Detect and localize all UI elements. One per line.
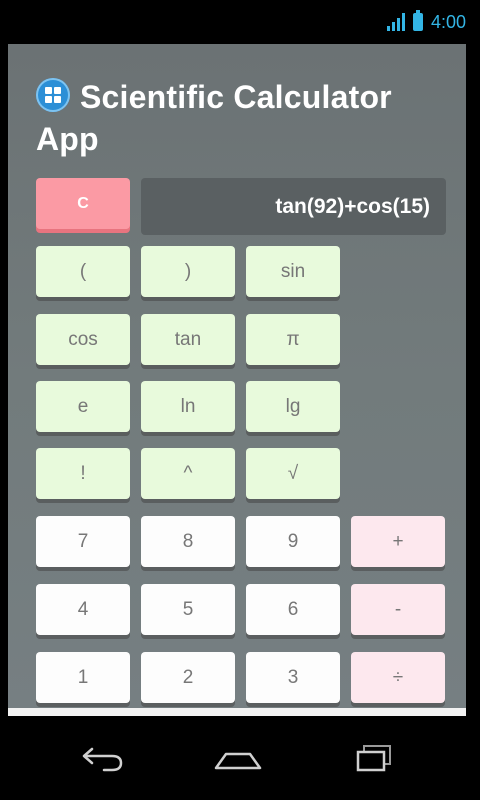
pi-button[interactable]: π bbox=[246, 314, 340, 365]
digit-6-button[interactable]: 6 bbox=[246, 584, 340, 635]
cos-button[interactable]: cos bbox=[36, 314, 130, 365]
grid-app-icon bbox=[36, 78, 70, 112]
digit-8-button[interactable]: 8 bbox=[141, 516, 235, 567]
close-paren-button[interactable]: ) bbox=[141, 246, 235, 297]
sin-button[interactable]: sin bbox=[246, 246, 340, 297]
recent-apps-icon[interactable] bbox=[344, 732, 404, 780]
digit-9-button[interactable]: 9 bbox=[246, 516, 340, 567]
page-title: Scientific Calculator App bbox=[36, 79, 392, 157]
digit-1-button[interactable]: 1 bbox=[36, 652, 130, 703]
factorial-button[interactable]: ! bbox=[36, 448, 130, 499]
divide-button[interactable]: ÷ bbox=[351, 652, 445, 703]
minus-button[interactable]: - bbox=[351, 584, 445, 635]
app-bottom-edge bbox=[8, 708, 466, 716]
digit-5-button[interactable]: 5 bbox=[141, 584, 235, 635]
status-clock: 4:00 bbox=[430, 12, 466, 32]
sqrt-button[interactable]: √ bbox=[246, 448, 340, 499]
power-button[interactable]: ^ bbox=[141, 448, 235, 499]
digit-4-button[interactable]: 4 bbox=[36, 584, 130, 635]
clear-button[interactable]: C bbox=[36, 178, 130, 229]
plus-button[interactable]: + bbox=[351, 516, 445, 567]
tan-button[interactable]: tan bbox=[141, 314, 235, 365]
digit-2-button[interactable]: 2 bbox=[141, 652, 235, 703]
signal-icon bbox=[386, 13, 405, 31]
expression-display: tan(92)+cos(15) bbox=[141, 178, 446, 235]
status-bar: 4:00 bbox=[0, 0, 480, 42]
phone-screen: 4:00 Scientific Calculator App C tan(92)… bbox=[0, 0, 480, 800]
battery-icon bbox=[412, 10, 423, 31]
digit-7-button[interactable]: 7 bbox=[36, 516, 130, 567]
navigation-bar bbox=[0, 716, 480, 800]
lg-button[interactable]: lg bbox=[246, 381, 340, 432]
status-indicators: 4:00 bbox=[386, 10, 466, 34]
home-icon[interactable] bbox=[208, 732, 268, 780]
e-button[interactable]: e bbox=[36, 381, 130, 432]
back-icon[interactable] bbox=[74, 732, 134, 780]
title-row: Scientific Calculator App bbox=[36, 76, 446, 160]
ln-button[interactable]: ln bbox=[141, 381, 235, 432]
open-paren-button[interactable]: ( bbox=[36, 246, 130, 297]
calculator-app: Scientific Calculator App C tan(92)+cos(… bbox=[8, 44, 466, 714]
digit-3-button[interactable]: 3 bbox=[246, 652, 340, 703]
